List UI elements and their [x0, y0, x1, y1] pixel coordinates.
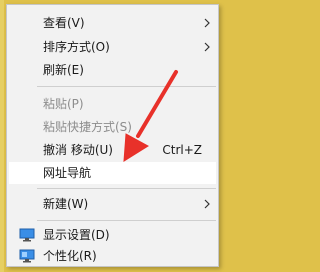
menu-item-label: 显示设置(D): [43, 228, 110, 242]
menu-item-display-settings[interactable]: 显示设置(D): [9, 224, 216, 246]
menu-item-paste-shortcut[interactable]: 粘贴快捷方式(S): [9, 116, 216, 138]
menu-item-label: 新建(W): [43, 197, 89, 211]
chevron-right-icon: [204, 42, 210, 52]
menu-item-new[interactable]: 新建(W): [9, 193, 216, 215]
menu-separator: [37, 86, 216, 87]
menu-separator: [37, 220, 216, 221]
menu-item-personalize[interactable]: 个性化(R): [9, 245, 216, 267]
desktop-background: [0, 0, 4, 272]
desktop-context-menu: 查看(V) 排序方式(O) 刷新(E) 粘贴(P) 粘贴快捷方式(S) 撤消 移…: [6, 4, 219, 267]
menu-item-sort-by[interactable]: 排序方式(O): [9, 36, 216, 58]
menu-item-label: 粘贴快捷方式(S): [43, 120, 132, 134]
menu-item-label: 查看(V): [43, 16, 85, 30]
display-icon: [19, 228, 35, 242]
personalize-icon: [19, 249, 35, 263]
menu-item-label: 个性化(R): [43, 249, 97, 263]
menu-item-undo-move[interactable]: 撤消 移动(U) Ctrl+Z: [9, 139, 216, 161]
chevron-right-icon: [204, 18, 210, 28]
menu-item-paste[interactable]: 粘贴(P): [9, 93, 216, 115]
menu-item-label: 网址导航: [43, 166, 92, 180]
menu-item-label: 刷新(E): [43, 63, 84, 77]
menu-item-label: 粘贴(P): [43, 97, 84, 111]
menu-item-url-navigation[interactable]: 网址导航: [9, 162, 216, 184]
menu-separator: [37, 188, 216, 189]
menu-item-shortcut: Ctrl+Z: [162, 143, 202, 157]
menu-item-refresh[interactable]: 刷新(E): [9, 59, 216, 81]
menu-item-view[interactable]: 查看(V): [9, 12, 216, 34]
menu-item-label: 排序方式(O): [43, 40, 110, 54]
menu-item-label: 撤消 移动(U): [43, 143, 113, 157]
chevron-right-icon: [204, 199, 210, 209]
